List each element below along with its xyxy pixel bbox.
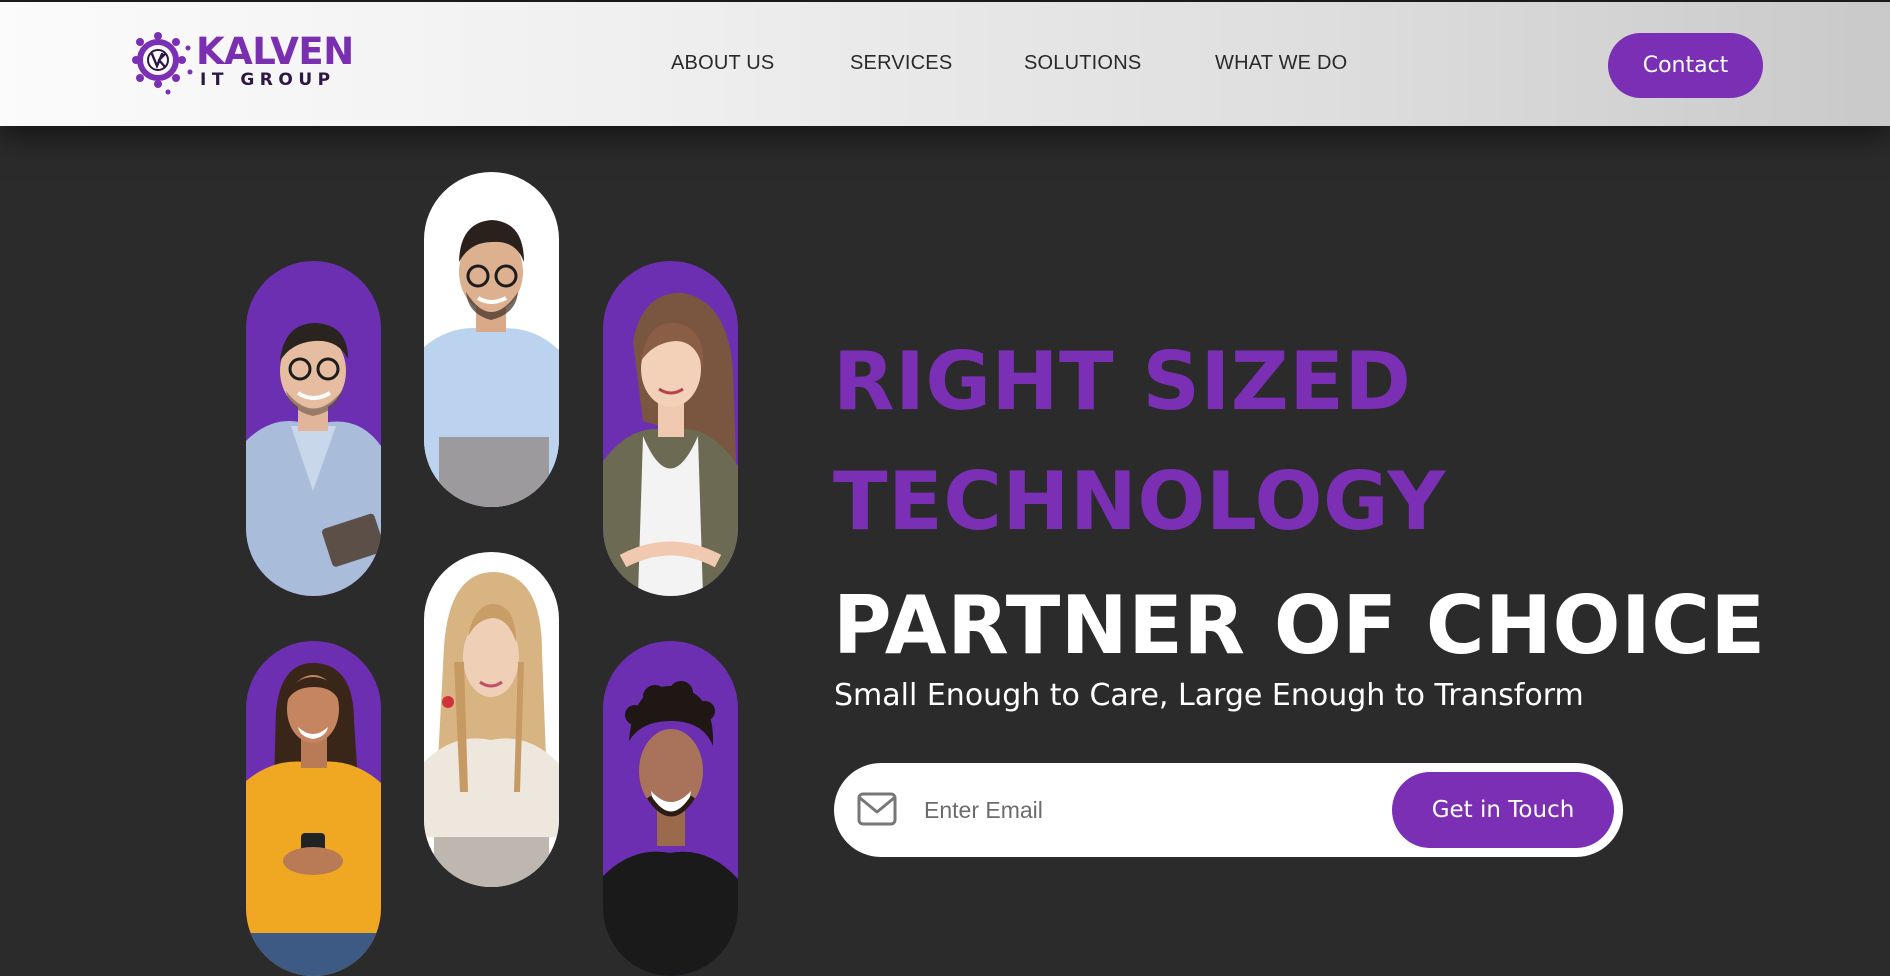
headline-technology: TECHNOLOGY	[833, 454, 1446, 548]
person-photo-icon	[424, 172, 559, 507]
portrait-man-laptop	[424, 172, 559, 507]
site-header: KALVEN IT GROUP ABOUT US SERVICES SOLUTI…	[0, 0, 1890, 126]
person-photo-icon	[246, 641, 381, 976]
email-signup-form: Get in Touch	[834, 763, 1623, 857]
nav-services[interactable]: SERVICES	[850, 52, 952, 75]
portrait-woman-blonde	[424, 552, 559, 887]
email-input[interactable]	[922, 785, 1362, 835]
nav-what-we-do[interactable]: WHAT WE DO	[1215, 52, 1347, 75]
headline-right-sized: RIGHT SIZED	[833, 334, 1412, 428]
main-nav: ABOUT US SERVICES SOLUTIONS WHAT WE DO	[0, 52, 1890, 82]
nav-about-us[interactable]: ABOUT US	[671, 52, 774, 75]
nav-solutions[interactable]: SOLUTIONS	[1024, 52, 1141, 75]
portrait-man-curly-hair	[603, 641, 738, 976]
portrait-man-glasses-tablet	[246, 261, 381, 596]
headline-partner-of-choice: PARTNER OF CHOICE	[833, 578, 1766, 672]
mail-icon	[857, 792, 897, 826]
portrait-woman-yellow-sweater	[246, 641, 381, 976]
hero-tagline: Small Enough to Care, Large Enough to Tr…	[834, 678, 1584, 713]
get-in-touch-button[interactable]: Get in Touch	[1392, 772, 1614, 848]
person-photo-icon	[246, 261, 381, 596]
person-photo-icon	[603, 261, 738, 596]
portrait-woman-olive-jacket	[603, 261, 738, 596]
person-photo-icon	[603, 641, 738, 976]
contact-button[interactable]: Contact	[1608, 33, 1763, 98]
person-photo-icon	[424, 552, 559, 887]
